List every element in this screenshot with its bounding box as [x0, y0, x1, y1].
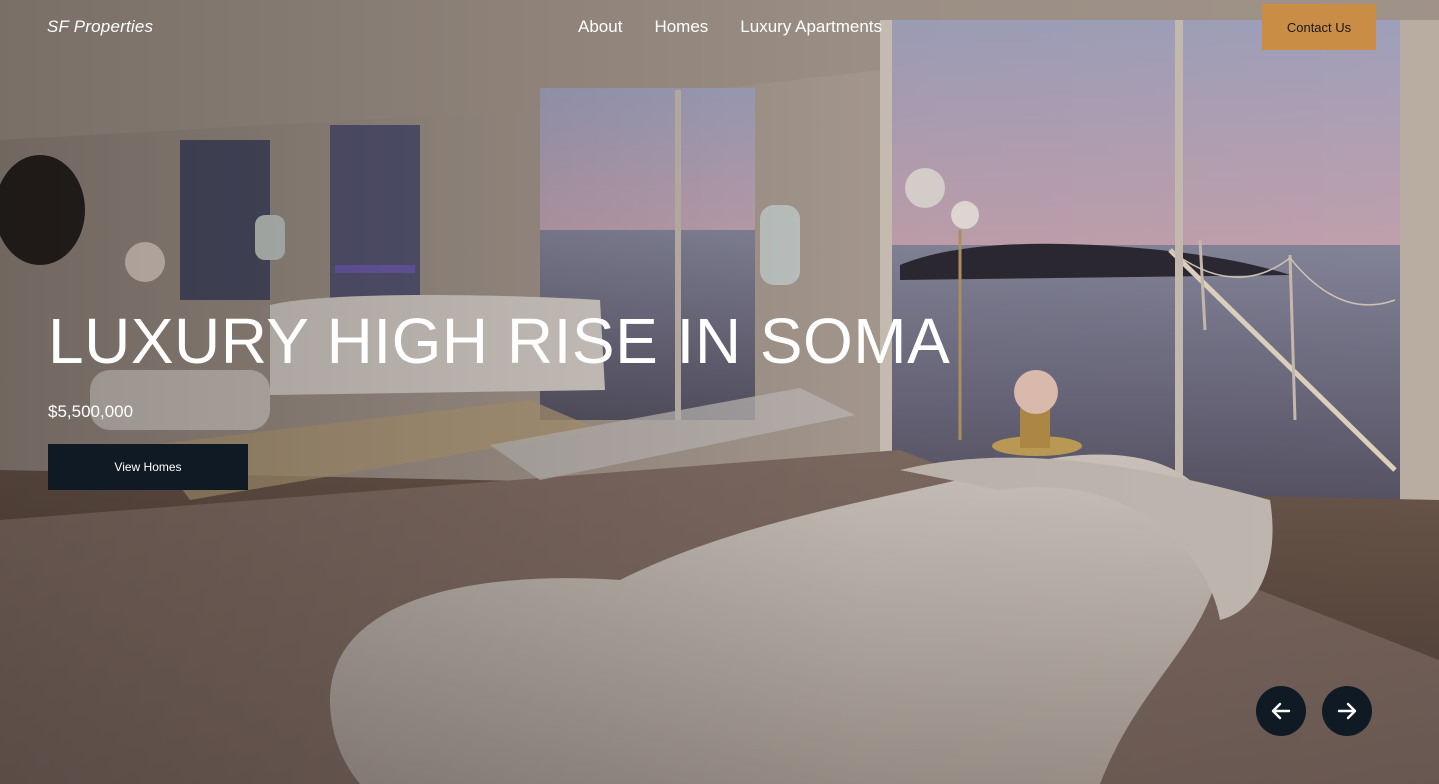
- hero-overlay: [0, 0, 1439, 784]
- hero-price: $5,500,000: [48, 402, 134, 421]
- hero-section: SF Properties About Homes Luxury Apartme…: [0, 0, 1439, 784]
- hero-title: LUXURY HIGH RISE IN SOMA: [48, 305, 951, 377]
- nav-link-luxury-apartments[interactable]: Luxury Apartments: [740, 17, 882, 37]
- main-nav: About Homes Luxury Apartments: [578, 17, 882, 37]
- brand-logo[interactable]: SF Properties: [47, 17, 153, 37]
- contact-us-button[interactable]: Contact Us: [1262, 4, 1376, 50]
- slider-next-button[interactable]: [1322, 686, 1372, 736]
- nav-link-about[interactable]: About: [578, 17, 622, 37]
- arrow-left-icon: [1271, 702, 1291, 720]
- view-homes-button[interactable]: View Homes: [48, 444, 248, 490]
- arrow-right-icon: [1337, 702, 1357, 720]
- slider-prev-button[interactable]: [1256, 686, 1306, 736]
- nav-link-homes[interactable]: Homes: [654, 17, 708, 37]
